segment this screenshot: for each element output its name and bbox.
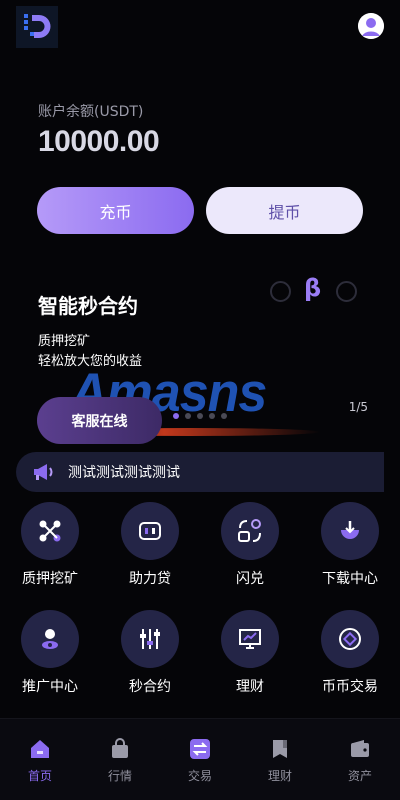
grid-item-seconds-contract[interactable]: 秒合约 [100, 608, 200, 708]
grid-label: 币币交易 [322, 679, 378, 695]
grid-item-staking[interactable]: 质押挖矿 [0, 500, 100, 600]
grid-item-swap[interactable]: 闪兑 [200, 500, 300, 600]
coin-icon [321, 610, 379, 668]
carousel-pager: 1/5 [348, 400, 368, 414]
balance-label: 账户余额(USDT) [38, 104, 144, 120]
megaphone-icon [34, 464, 53, 480]
balance-value: 10000.00 [38, 125, 160, 158]
banner-subtitle: 质押挖矿 [38, 334, 91, 349]
banner-title: 智能秒合约 [38, 294, 138, 318]
grid-item-promotion[interactable]: 推广中心 [0, 608, 100, 708]
grid-label: 下载中心 [322, 571, 378, 587]
bag-icon [108, 737, 132, 761]
exchange-icon [221, 502, 279, 560]
swap-icon [188, 737, 212, 761]
grid-item-spot-trading[interactable]: 币币交易 [300, 608, 400, 708]
carousel-dot[interactable] [197, 413, 203, 419]
coin-decoration: β [270, 274, 360, 304]
grid-label: 闪兑 [236, 571, 264, 587]
carousel-dot[interactable] [185, 413, 191, 419]
carousel-dot[interactable] [221, 413, 227, 419]
chart-board-icon [221, 610, 279, 668]
grid-item-loan[interactable]: 助力贷 [100, 500, 200, 600]
carousel-dot[interactable] [173, 413, 179, 419]
withdraw-button[interactable]: 提币 [206, 187, 363, 234]
grid-label: 助力贷 [129, 571, 171, 587]
promo-banner[interactable]: 智能秒合约 质押挖矿 轻松放大您的收益 β Amasns 客服在线 1/5 [0, 268, 400, 458]
wallet-icon [348, 737, 372, 761]
tab-market[interactable]: 行情 [80, 719, 160, 800]
tab-trade[interactable]: 交易 [160, 719, 240, 800]
customer-service-button[interactable]: 客服在线 [37, 397, 162, 444]
grid-label: 推广中心 [22, 679, 78, 695]
tab-finance[interactable]: 理财 [240, 719, 320, 800]
grid-label: 秒合约 [129, 679, 171, 695]
notice-text: 测试测试测试测试 [68, 465, 180, 481]
grid-item-finance[interactable]: 理财 [200, 608, 300, 708]
beta-coin-icon: β [304, 274, 322, 302]
book-icon [268, 737, 292, 761]
home-icon [28, 737, 52, 761]
ring-icon [336, 281, 357, 302]
wallet-card-icon [121, 502, 179, 560]
grid-item-download[interactable]: 下载中心 [300, 500, 400, 600]
grid-label: 理财 [236, 679, 264, 695]
nodes-icon [21, 502, 79, 560]
user-avatar-icon[interactable] [358, 13, 384, 39]
tab-home[interactable]: 首页 [0, 719, 80, 800]
tab-label: 首页 [27, 769, 52, 783]
download-icon [321, 502, 379, 560]
deposit-button[interactable]: 充币 [37, 187, 194, 234]
user-pin-icon [21, 610, 79, 668]
grid-label: 质押挖矿 [22, 571, 78, 587]
sliders-icon [121, 610, 179, 668]
notice-bar[interactable]: 测试测试测试测试 [16, 452, 384, 492]
tab-label: 行情 [107, 769, 132, 783]
tab-assets[interactable]: 资产 [320, 719, 400, 800]
bottom-tab-bar: 首页 行情 交易 理财 资产 [0, 718, 400, 800]
tab-label: 理财 [267, 769, 292, 783]
top-bar [0, 0, 400, 52]
ring-icon [270, 281, 291, 302]
tab-label: 交易 [187, 769, 212, 783]
carousel-dots[interactable] [173, 413, 227, 419]
tab-label: 资产 [347, 769, 372, 783]
carousel-dot[interactable] [209, 413, 215, 419]
d-logo-icon[interactable] [16, 6, 58, 48]
